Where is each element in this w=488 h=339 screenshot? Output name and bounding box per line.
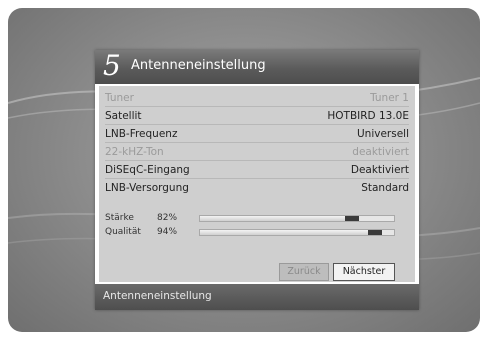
setting-value[interactable]: Universell [357,126,409,142]
setting-value[interactable]: HOTBIRD 13.0E [327,108,409,124]
setting-row-diseqc-input[interactable]: DiSEqC-Eingang Deaktiviert [105,162,409,179]
tv-screen: 5 Antenneneinstellung Tuner Tuner 1 Sate… [8,8,480,332]
signal-strength-fill [200,216,360,221]
setting-label: LNB-Frequenz [105,128,178,140]
signal-quality-fill [200,230,383,235]
back-button[interactable]: Zurück [279,263,329,281]
setting-value[interactable]: Standard [361,180,409,196]
setting-label: 22-kHZ-Ton [105,146,164,158]
footer-title: Antenneneinstellung [103,290,212,302]
setting-label: Tuner [105,92,134,104]
setting-label: Satellit [105,110,142,122]
setting-row-lnb-power[interactable]: LNB-Versorgung Standard [105,180,409,196]
signal-quality-label: Qualität [105,227,141,237]
step-number: 5 [103,49,121,82]
setting-row-22khz-tone: 22-kHZ-Ton deaktiviert [105,144,409,161]
settings-panel: Tuner Tuner 1 Satellit HOTBIRD 13.0E LNB… [99,86,415,282]
dialog-footer: Antenneneinstellung [95,284,419,310]
setting-value: Tuner 1 [370,92,409,104]
setting-row-lnb-frequency[interactable]: LNB-Frequenz Universell [105,126,409,143]
setting-value: deaktiviert [352,146,409,158]
antenna-settings-dialog: 5 Antenneneinstellung Tuner Tuner 1 Sate… [95,49,419,310]
setting-row-tuner: Tuner Tuner 1 [105,90,409,107]
signal-quality-bar [199,229,395,236]
dialog-title: Antenneneinstellung [131,58,266,73]
signal-strength-percent: 82% [157,213,178,223]
next-button[interactable]: Nächster [333,263,395,281]
signal-quality-row: Qualität 94% [105,226,409,238]
setting-label: LNB-Versorgung [105,182,189,194]
signal-quality-percent: 94% [157,227,178,237]
signal-strength-bar [199,215,395,222]
dialog-header: 5 Antenneneinstellung [95,49,419,84]
signal-strength-label: Stärke [105,213,134,223]
signal-strength-row: Stärke 82% [105,212,409,224]
setting-label: DiSEqC-Eingang [105,164,190,176]
setting-row-satellite[interactable]: Satellit HOTBIRD 13.0E [105,108,409,125]
setting-value[interactable]: Deaktiviert [351,162,409,178]
